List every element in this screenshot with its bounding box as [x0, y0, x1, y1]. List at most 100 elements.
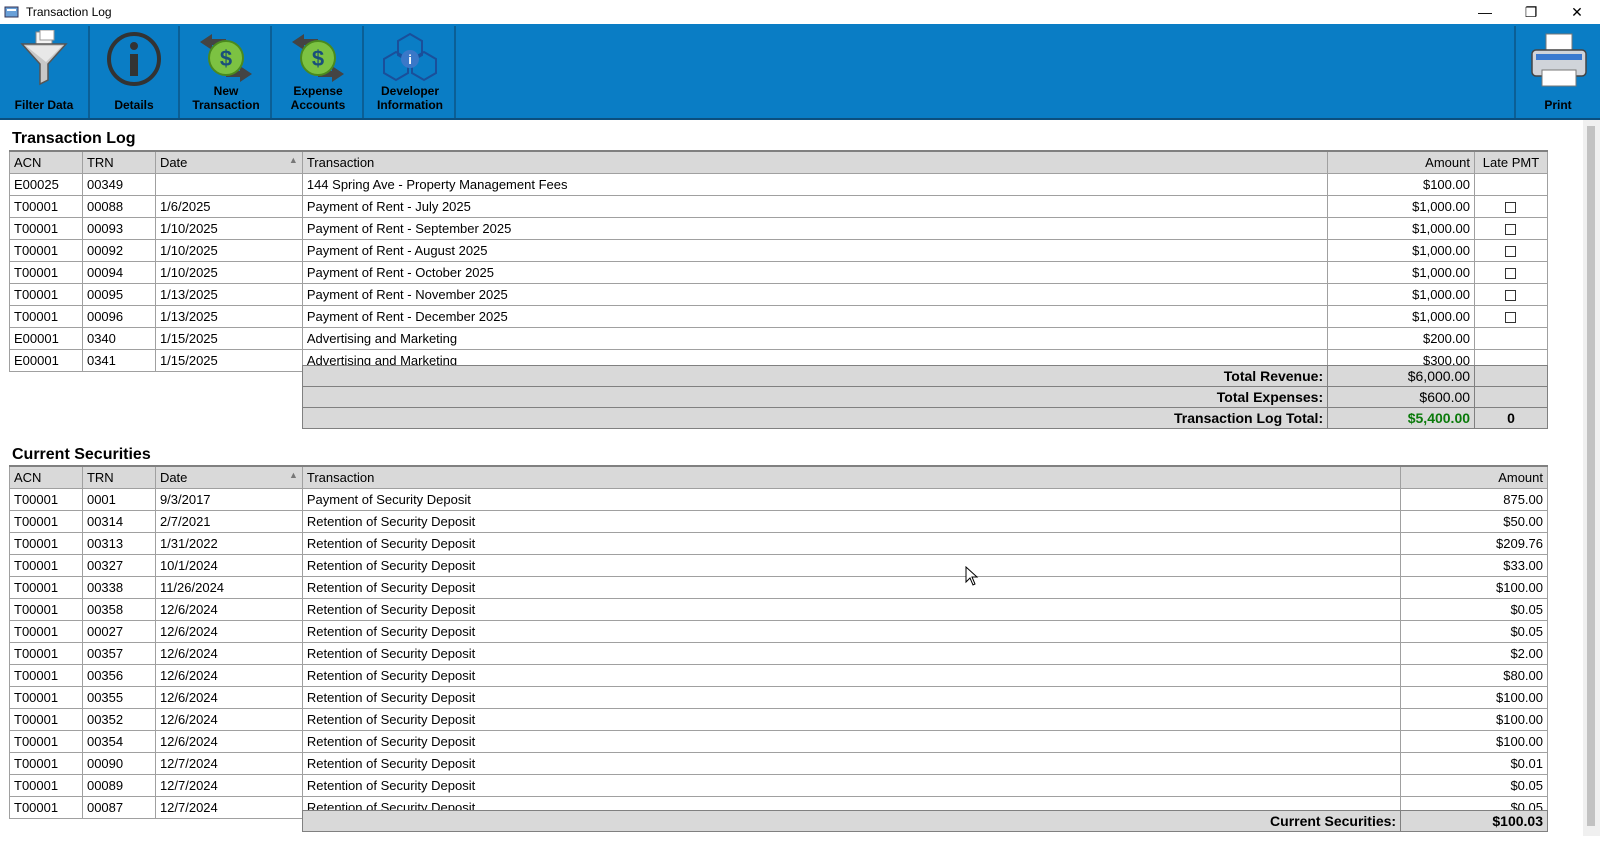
table-row[interactable]: T00001 00092 1/10/2025 Payment of Rent - Au…	[9, 238, 1549, 262]
cell-amount: $200.00	[1327, 326, 1475, 350]
cell-acn: T00001	[9, 729, 83, 753]
table-row[interactable]: T00001 00355 12/6/2024 Retention of Securit…	[9, 685, 1548, 709]
col-amount[interactable]: Amount	[1400, 465, 1548, 489]
expense-accounts-button[interactable]: $ Expense Accounts	[274, 26, 364, 118]
total-revenue-label: Total Revenue:	[301, 365, 1329, 387]
col-acn[interactable]: ACN	[9, 465, 83, 489]
table-row[interactable]: T00001 00314 2/7/2021 Retention of Security…	[9, 509, 1548, 533]
cell-trn: 00095	[81, 282, 156, 306]
table-row[interactable]: T00001 00327 10/1/2024 Retention of Securit…	[9, 553, 1548, 577]
table-row[interactable]: T00001 00094 1/10/2025 Payment of Rent - Oc…	[9, 260, 1549, 284]
cell-transaction: Retention of Security Deposit	[301, 619, 1402, 643]
restore-button[interactable]: ❐	[1508, 0, 1554, 24]
cell-amount: $33.00	[1400, 553, 1548, 577]
late-pmt-checkbox[interactable]	[1505, 201, 1517, 213]
table-row[interactable]: T00001 00356 12/6/2024 Retention of Securit…	[9, 663, 1548, 687]
cell-date: 12/6/2024	[154, 707, 303, 731]
cell-amount: $0.05	[1400, 597, 1548, 621]
transaction-log-total-row: Transaction Log Total: $5,400.00 0	[301, 407, 1548, 429]
total-revenue-blank	[1474, 365, 1548, 387]
table-row[interactable]: T00001 0001 9/3/2017 Payment of Security De…	[9, 487, 1548, 511]
cell-date: 1/10/2025	[154, 216, 303, 240]
cell-date: 1/10/2025	[154, 238, 303, 262]
table-row[interactable]: E00001 0340 1/15/2025 Advertising and Marke…	[9, 326, 1549, 350]
cell-amount: $1,000.00	[1327, 238, 1475, 262]
cell-transaction: Retention of Security Deposit	[301, 531, 1402, 555]
col-date[interactable]: Date ▲	[154, 465, 303, 489]
cell-acn: T00001	[9, 663, 83, 687]
col-late-pmt[interactable]: Late PMT	[1473, 150, 1549, 174]
details-button[interactable]: Details	[90, 26, 180, 118]
print-button[interactable]: Print	[1514, 26, 1600, 118]
new-transaction-button[interactable]: $ New Transaction	[182, 26, 272, 118]
col-trn[interactable]: TRN	[81, 465, 156, 489]
developer-information-label-line1: Developer	[380, 84, 440, 98]
cell-acn: T00001	[9, 194, 83, 218]
cell-trn: 00090	[81, 751, 156, 775]
table-row[interactable]: E00025 00349 144 Spring Ave - Property Man…	[9, 172, 1549, 196]
cell-transaction: Advertising and Marketing	[301, 326, 1329, 350]
minimize-button[interactable]: —	[1462, 0, 1508, 24]
late-pmt-checkbox[interactable]	[1505, 267, 1517, 279]
col-transaction[interactable]: Transaction	[301, 150, 1329, 174]
col-transaction[interactable]: Transaction	[301, 465, 1402, 489]
table-row[interactable]: T00001 00096 1/13/2025 Payment of Rent - De…	[9, 304, 1549, 328]
cell-transaction: Retention of Security Deposit	[301, 685, 1402, 709]
col-trn[interactable]: TRN	[81, 150, 156, 174]
table-row[interactable]: T00001 00358 12/6/2024 Retention of Securit…	[9, 597, 1548, 621]
cell-transaction: 144 Spring Ave - Property Management Fee…	[301, 172, 1329, 196]
cell-amount: $1,000.00	[1327, 216, 1475, 240]
cell-acn: T00001	[9, 707, 83, 731]
col-acn[interactable]: ACN	[9, 150, 83, 174]
printer-icon	[1531, 33, 1587, 87]
col-date-label: Date	[159, 154, 188, 170]
table-row[interactable]: T00001 00090 12/7/2024 Retention of Securit…	[9, 751, 1548, 775]
cell-transaction: Payment of Rent - September 2025	[301, 216, 1329, 240]
developer-information-button[interactable]: i Developer Information	[366, 26, 456, 118]
cell-amount: $50.00	[1400, 509, 1548, 533]
cell-date: 12/6/2024	[154, 729, 303, 753]
current-securities-total-label: Current Securities:	[301, 810, 1402, 832]
col-amount[interactable]: Amount	[1327, 150, 1475, 174]
table-row[interactable]: T00001 00352 12/6/2024 Retention of Securit…	[9, 707, 1548, 731]
table-row[interactable]: T00001 00095 1/13/2025 Payment of Rent - No…	[9, 282, 1549, 306]
current-securities-total-row: Current Securities: $100.03	[301, 810, 1548, 832]
table-row[interactable]: T00001 00338 11/26/2024 Retention of Securi…	[9, 575, 1548, 599]
new-transaction-label-line2: Transaction	[192, 98, 260, 112]
cell-late-pmt	[1473, 282, 1549, 306]
cell-acn: T00001	[9, 773, 83, 797]
cell-date	[154, 172, 303, 196]
late-pmt-checkbox[interactable]	[1505, 311, 1517, 323]
cell-trn: 0001	[81, 487, 156, 511]
filter-data-button[interactable]: Filter Data	[0, 26, 90, 118]
scrollbar-thumb[interactable]	[1587, 126, 1595, 826]
table-row[interactable]: T00001 00088 1/6/2025 Payment of Rent - Jul…	[9, 194, 1549, 218]
cell-acn: T00001	[9, 597, 83, 621]
table-row[interactable]: T00001 00357 12/6/2024 Retention of Securit…	[9, 641, 1548, 665]
cell-late-pmt	[1473, 194, 1549, 218]
table-row[interactable]: T00001 00093 1/10/2025 Payment of Rent - Se…	[9, 216, 1549, 240]
close-button[interactable]: ✕	[1554, 0, 1600, 24]
details-label: Details	[114, 98, 154, 112]
late-pmt-checkbox[interactable]	[1505, 223, 1517, 235]
vertical-scrollbar[interactable]	[1583, 120, 1600, 836]
cell-date: 12/6/2024	[154, 641, 303, 665]
transaction-log-totals: Total Revenue: $6,000.00 Total Expenses:…	[301, 365, 1548, 429]
table-row[interactable]: T00001 00313 1/31/2022 Retention of Securit…	[9, 531, 1548, 555]
table-row[interactable]: T00001 00089 12/7/2024 Retention of Securit…	[9, 773, 1548, 797]
table-row[interactable]: T00001 00027 12/6/2024 Retention of Securit…	[9, 619, 1548, 643]
late-pmt-checkbox[interactable]	[1505, 289, 1517, 301]
cell-acn: T00001	[9, 238, 83, 262]
cell-transaction: Retention of Security Deposit	[301, 751, 1402, 775]
col-date[interactable]: Date ▲	[154, 150, 303, 174]
cell-date: 12/7/2024	[154, 773, 303, 797]
late-pmt-checkbox[interactable]	[1505, 245, 1517, 257]
table-row[interactable]: T00001 00354 12/6/2024 Retention of Securit…	[9, 729, 1548, 753]
info-icon	[107, 32, 161, 86]
cell-trn: 00355	[81, 685, 156, 709]
expense-accounts-label-line1: Expense	[293, 84, 343, 98]
cell-date: 1/13/2025	[154, 282, 303, 306]
transaction-log-title: Transaction Log	[12, 130, 136, 147]
svg-text:$: $	[312, 46, 324, 71]
current-securities-totals: Current Securities: $100.03	[301, 810, 1548, 832]
